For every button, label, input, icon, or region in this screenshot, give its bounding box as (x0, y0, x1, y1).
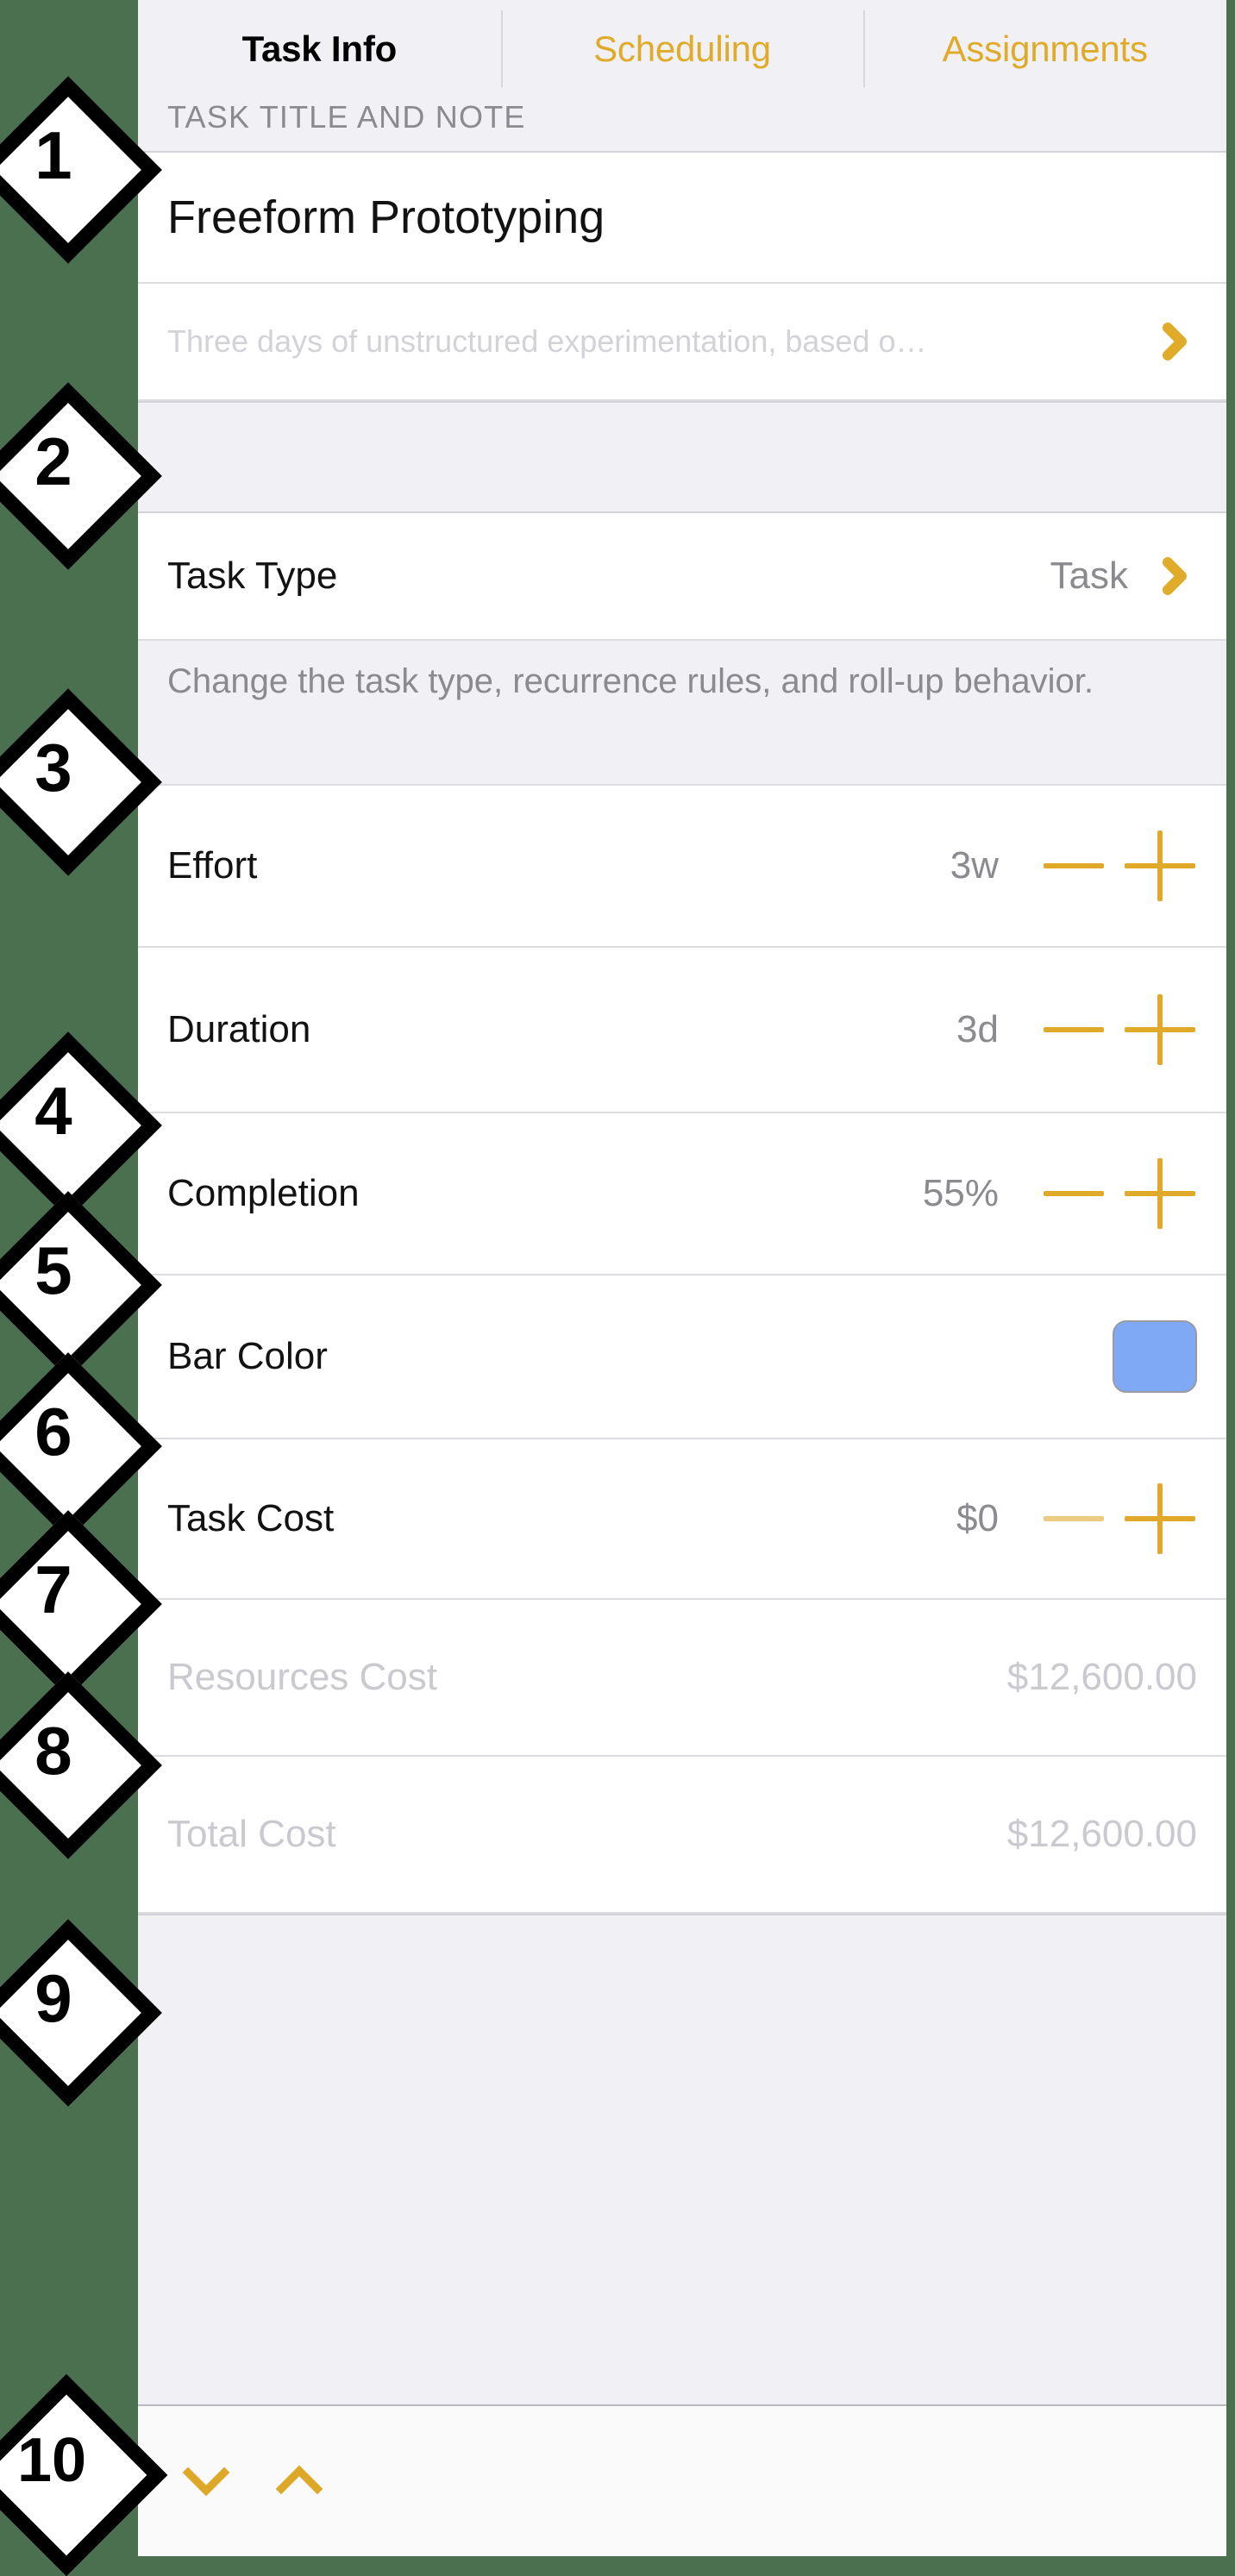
completion-decrement-button[interactable] (1037, 1156, 1111, 1231)
bar-color-label: Bar Color (167, 1335, 328, 1377)
duration-label: Duration (167, 1008, 311, 1050)
effort-label: Effort (167, 844, 258, 887)
section-gap-1 (138, 401, 1226, 513)
bar-color-swatch[interactable] (1113, 1320, 1197, 1393)
effort-row[interactable]: Effort 3w (138, 786, 1226, 948)
tab-task-info[interactable]: Task Info (138, 0, 501, 97)
task-type-value: Task (1050, 555, 1128, 597)
task-cost-increment-button[interactable] (1123, 1482, 1197, 1556)
completion-increment-button[interactable] (1123, 1156, 1197, 1231)
completion-stepper[interactable] (1037, 1156, 1197, 1231)
resources-cost-row: Resources Cost $12,600.00 (138, 1600, 1226, 1757)
effort-decrement-button[interactable] (1037, 829, 1111, 903)
task-note-input[interactable]: Three days of unstructured experimentati… (167, 323, 927, 360)
duration-stepper[interactable] (1037, 993, 1197, 1067)
section-gap-2 (138, 1914, 1226, 2404)
effort-increment-button[interactable] (1123, 829, 1197, 903)
tab-scheduling[interactable]: Scheduling (500, 0, 864, 97)
task-title-input[interactable]: Freeform Prototyping (167, 191, 605, 244)
chevron-down-icon[interactable] (169, 2444, 243, 2518)
effort-value: 3w (950, 844, 999, 887)
resources-cost-label: Resources Cost (167, 1656, 438, 1698)
bar-color-row[interactable]: Bar Color (138, 1275, 1226, 1439)
duration-row[interactable]: Duration 3d (138, 948, 1226, 1113)
duration-increment-button[interactable] (1123, 993, 1197, 1067)
task-type-description: Change the task type, recurrence rules, … (138, 641, 1226, 786)
inspector-tab-bar: Task Info Scheduling Assignments (138, 0, 1226, 97)
completion-row[interactable]: Completion 55% (138, 1113, 1226, 1275)
tab-scheduling-label: Scheduling (593, 28, 771, 69)
chevron-up-icon[interactable] (262, 2444, 336, 2518)
task-inspector-panel: Task Info Scheduling Assignments TASK TI… (138, 0, 1226, 2556)
task-cost-stepper[interactable] (1037, 1482, 1197, 1556)
completion-value: 55% (922, 1172, 999, 1214)
total-cost-label: Total Cost (167, 1813, 336, 1855)
resources-cost-value: $12,600.00 (1006, 1656, 1197, 1698)
task-cost-label: Task Cost (167, 1497, 335, 1539)
task-cost-decrement-button (1037, 1482, 1111, 1556)
tab-task-info-label: Task Info (241, 28, 398, 69)
task-note-row[interactable]: Three days of unstructured experimentati… (138, 284, 1226, 401)
inspector-bottom-toolbar (138, 2404, 1226, 2556)
tab-assignments[interactable]: Assignments (863, 0, 1226, 97)
group-header-task-title-and-note: TASK TITLE AND NOTE (138, 97, 1226, 153)
duration-decrement-button[interactable] (1037, 993, 1111, 1067)
total-cost-value: $12,600.00 (1006, 1813, 1197, 1855)
chevron-right-icon[interactable] (1152, 554, 1197, 599)
task-type-label: Task Type (167, 555, 338, 597)
duration-value: 3d (956, 1008, 999, 1050)
completion-label: Completion (167, 1172, 360, 1214)
tab-assignments-label: Assignments (942, 28, 1148, 69)
total-cost-row: Total Cost $12,600.00 (138, 1757, 1226, 1914)
chevron-right-icon[interactable] (1152, 319, 1197, 364)
effort-stepper[interactable] (1037, 829, 1197, 903)
task-cost-value: $0 (956, 1497, 999, 1539)
task-type-row[interactable]: Task Type Task (138, 513, 1226, 641)
task-cost-row[interactable]: Task Cost $0 (138, 1439, 1226, 1600)
task-title-row[interactable]: Freeform Prototyping (138, 153, 1226, 284)
